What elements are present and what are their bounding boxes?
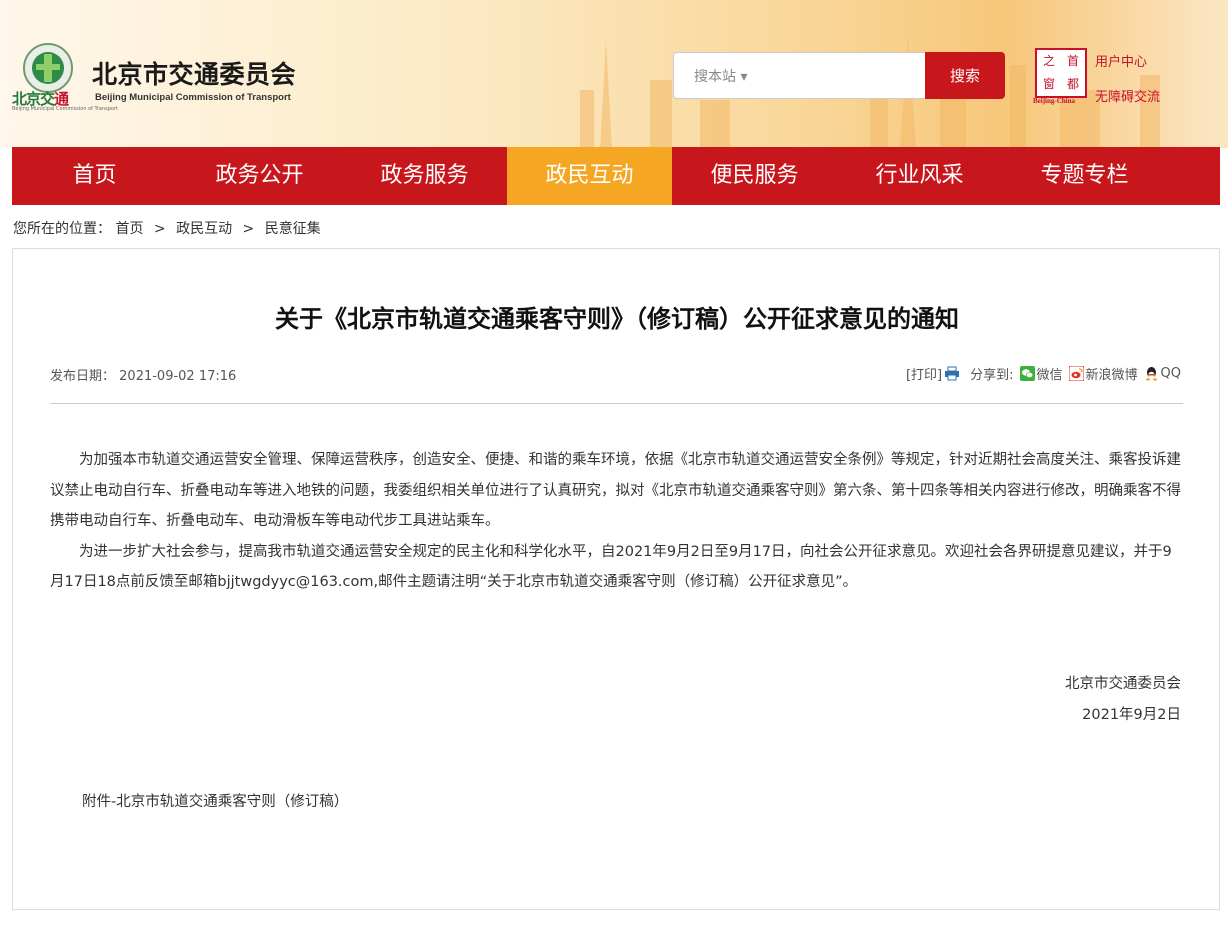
capital-logo-char: 之 <box>1042 54 1055 68</box>
user-center-link[interactable]: 用户中心 <box>1095 51 1147 70</box>
print-label[interactable]: [打印] <box>906 364 942 383</box>
search-input[interactable]: 搜本站 ▾ <box>673 52 925 99</box>
site-header: 北京交通 Beijing Municipal Commission of Tra… <box>0 0 1228 148</box>
breadcrumb-prefix: 您所在的位置： <box>13 221 111 237</box>
signature-org: 北京市交通委员会 <box>1065 676 1181 692</box>
breadcrumb-interaction[interactable]: 政民互动 <box>176 218 232 238</box>
accessibility-link[interactable]: 无障碍交流 <box>1095 86 1160 105</box>
print-button[interactable]: [打印] <box>906 364 970 383</box>
search-button[interactable]: 搜索 <box>925 52 1005 99</box>
search-placeholder[interactable]: 搜本站 ▾ <box>694 66 747 86</box>
capital-logo-char: 窗 <box>1042 77 1055 91</box>
share-qq-label[interactable]: QQ <box>1161 366 1181 381</box>
nav-item-gov-services[interactable]: 政务服务 <box>342 147 507 205</box>
printer-icon[interactable] <box>944 366 960 381</box>
breadcrumb-opinion[interactable]: 民意征集 <box>265 218 321 238</box>
article-title: 关于《北京市轨道交通乘客守则》（修订稿）公开征求意见的通知 <box>275 305 959 333</box>
weibo-icon[interactable] <box>1068 366 1084 381</box>
share-qq-button[interactable]: QQ <box>1144 366 1181 381</box>
nav-item-interaction[interactable]: 政民互动 <box>507 147 672 205</box>
publish-date-value: 2021-09-02 17:16 <box>119 369 237 384</box>
article-panel: 关于《北京市轨道交通乘客守则》（修订稿）公开征求意见的通知 发布日期： 2021… <box>12 248 1220 910</box>
attachment-link[interactable]: 附件-北京市轨道交通乘客守则（修订稿） <box>82 790 348 811</box>
main-nav: 首页 政务公开 政务服务 政民互动 便民服务 行业风采 专题专栏 <box>12 147 1220 205</box>
article-paragraph: 为进一步扩大社会参与，提高我市轨道交通运营安全规定的民主化和科学化水平，自202… <box>50 543 1172 591</box>
site-title[interactable]: 北京市交通委员会 <box>92 55 296 91</box>
share-wechat-button[interactable]: 微信 <box>1019 364 1069 383</box>
share-wechat-label[interactable]: 微信 <box>1037 364 1063 383</box>
commission-emblem-icon <box>23 43 73 93</box>
capital-logo-char: 都 <box>1066 77 1079 91</box>
breadcrumb-separator: > <box>153 221 166 237</box>
title-divider <box>50 403 1183 404</box>
qq-icon[interactable] <box>1144 366 1159 381</box>
nav-item-home[interactable]: 首页 <box>12 147 177 205</box>
share-weibo-label[interactable]: 新浪微博 <box>1086 364 1138 383</box>
article-tools: [打印] 分享到: 微信 新浪微博 QQ <box>906 364 1181 383</box>
article-body: 为加强本市轨道交通运营安全管理、保障运营秩序，创造安全、便捷、和谐的乘车环境，依… <box>50 445 1184 598</box>
nav-item-topics[interactable]: 专题专栏 <box>1002 147 1167 205</box>
capital-logo-caption: Beijing-China <box>1033 97 1076 105</box>
article-signature: 北京市交通委员会 2021年9月2日 <box>1065 669 1181 731</box>
breadcrumb-home[interactable]: 首页 <box>115 218 143 238</box>
publish-date-label: 发布日期： <box>50 369 116 384</box>
wechat-icon[interactable] <box>1019 366 1035 381</box>
nav-item-industry[interactable]: 行业风采 <box>837 147 1002 205</box>
capital-window-logo[interactable]: 之 首 窗 都 <box>1035 48 1087 98</box>
share-weibo-button[interactable]: 新浪微博 <box>1068 364 1144 383</box>
nav-item-gov-affairs[interactable]: 政务公开 <box>177 147 342 205</box>
site-title-en: Beijing Municipal Commission of Transpor… <box>95 92 291 103</box>
breadcrumb-separator: > <box>242 221 255 237</box>
publish-date: 发布日期： 2021-09-02 17:16 <box>50 365 236 384</box>
nav-item-public-services[interactable]: 便民服务 <box>672 147 837 205</box>
article-paragraph: 为加强本市轨道交通运营安全管理、保障运营秩序，创造安全、便捷、和谐的乘车环境，依… <box>50 452 1181 529</box>
share-label: 分享到: <box>970 368 1014 383</box>
logo-subtext: Beijing Municipal Commission of Transpor… <box>12 106 118 112</box>
capital-logo-char: 首 <box>1066 54 1079 68</box>
signature-date: 2021年9月2日 <box>1082 707 1181 723</box>
breadcrumb: 您所在的位置： 首页 > 政民互动 > 民意征集 <box>13 218 321 238</box>
